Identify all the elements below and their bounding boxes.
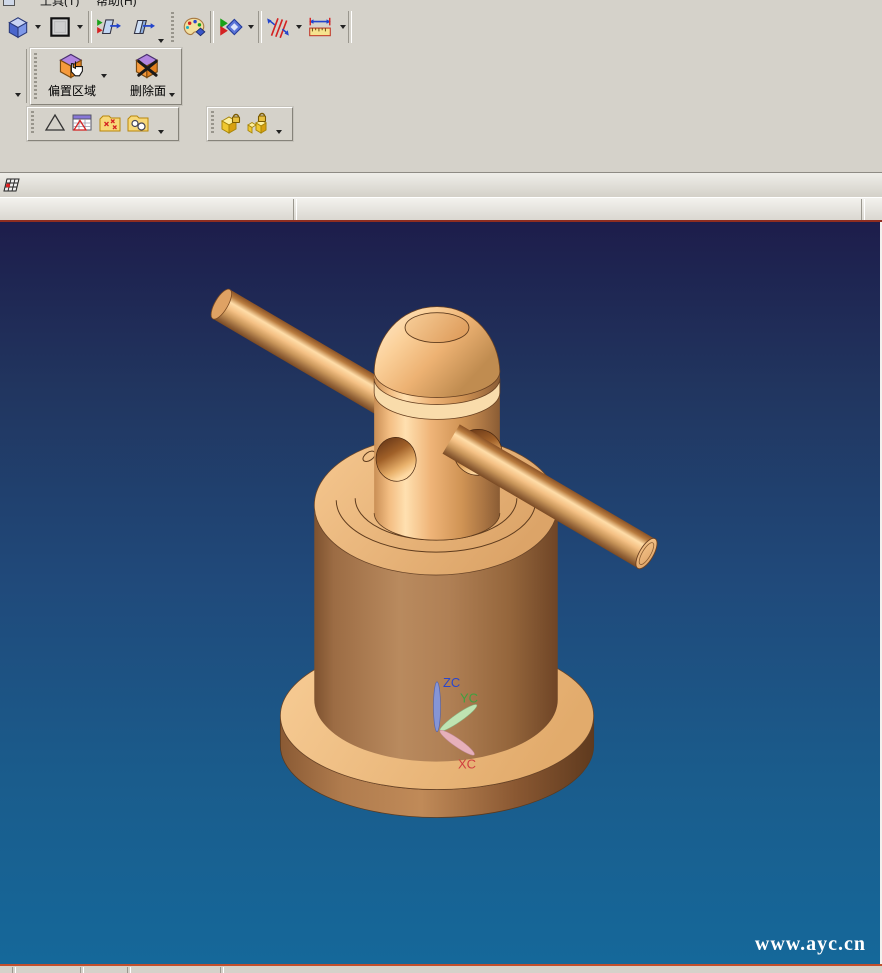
display-square-icon	[47, 14, 73, 40]
offset-region-dropdown[interactable]	[101, 74, 107, 78]
measure-icon	[307, 14, 333, 40]
triad-x-label: XC	[458, 757, 476, 772]
play-dropdown[interactable]	[248, 25, 254, 29]
point-set-button[interactable]	[96, 109, 124, 137]
head-cylinder[interactable]	[373, 307, 502, 540]
toolbar-separator	[348, 11, 352, 43]
triad-y-label: YC	[460, 691, 478, 706]
offset-region-label: 偏置区域	[48, 82, 96, 99]
toolbar-drag-handle[interactable]	[171, 12, 174, 42]
section-grid-icon[interactable]	[3, 177, 21, 195]
watermark: www.ayc.cn	[755, 933, 866, 956]
linked-body-button[interactable]	[216, 109, 244, 137]
offset-region-cube-icon	[57, 51, 87, 81]
constraints-dropdown[interactable]	[296, 25, 302, 29]
linked-body-alt-icon	[246, 111, 270, 135]
prompt-bar	[0, 197, 882, 221]
toolbar-utility	[0, 106, 882, 142]
toolbar-drag-handle[interactable]	[211, 111, 214, 135]
status-divider	[80, 967, 84, 973]
face-tools-dropdown[interactable]	[158, 39, 164, 43]
toolbar-view	[0, 7, 882, 48]
measure-dropdown[interactable]	[340, 25, 346, 29]
pull-face-icon	[129, 14, 155, 40]
utility-panel-2	[207, 107, 293, 141]
group-button[interactable]	[124, 109, 152, 137]
app-icon	[3, 0, 15, 6]
shaded-view-dropdown[interactable]	[35, 25, 41, 29]
toolbar-drag-handle[interactable]	[34, 53, 37, 99]
shaded-view-button[interactable]	[2, 11, 34, 43]
folder-circles-icon	[126, 111, 150, 135]
table-icon	[70, 111, 94, 135]
synchronous-panel: 偏置区域 删除面	[30, 48, 182, 105]
left-toolbar-overflow[interactable]	[15, 93, 21, 97]
palette-icon	[181, 14, 207, 40]
play-diamond-icon	[217, 14, 243, 40]
t-handle-jack-model[interactable]: ZC YC XC	[0, 222, 880, 964]
triad-z-label: ZC	[443, 675, 460, 690]
utility-panel-1	[27, 107, 179, 141]
graphics-viewport[interactable]: ZC YC XC www.ayc.cn	[0, 222, 880, 964]
move-face-icon	[95, 14, 121, 40]
shaded-cube-icon	[5, 14, 31, 40]
prompt-bar-divider	[293, 199, 297, 220]
datum-triangle-button[interactable]	[41, 109, 69, 137]
synchronous-overflow[interactable]	[169, 93, 175, 97]
handle-rod-left[interactable]	[207, 286, 394, 415]
constraints-button[interactable]	[262, 11, 294, 43]
offset-region-button[interactable]: 偏置区域	[41, 51, 103, 103]
folder-points-icon	[98, 111, 122, 135]
status-divider	[127, 967, 131, 973]
status-divider	[12, 967, 16, 973]
delete-face-label: 删除面	[130, 82, 166, 99]
triad-z-axis[interactable]	[434, 682, 441, 732]
constraints-icon	[265, 14, 291, 40]
utility-overflow-2[interactable]	[276, 130, 282, 134]
dock-strip	[0, 172, 882, 198]
play-visualization-button[interactable]	[214, 11, 246, 43]
toolbar-drag-handle[interactable]	[31, 111, 34, 135]
display-mode-dropdown[interactable]	[77, 25, 83, 29]
role-palette-button[interactable]	[178, 11, 210, 43]
linked-body-icon	[218, 111, 242, 135]
delete-face-cube-icon	[133, 51, 163, 81]
display-mode-button[interactable]	[44, 11, 76, 43]
move-face-button[interactable]	[92, 11, 124, 43]
part-family-button[interactable]	[68, 109, 96, 137]
triangle-icon	[43, 111, 67, 135]
prompt-bar-divider	[861, 199, 865, 220]
status-bar	[0, 966, 882, 973]
linked-body-alt-button[interactable]	[244, 109, 272, 137]
pull-face-button[interactable]	[126, 11, 158, 43]
toolbar-synchronous: 偏置区域 删除面	[0, 47, 882, 106]
measure-button[interactable]	[304, 11, 336, 43]
nx-window: 工具(T) 帮助(H)	[0, 0, 882, 973]
utility-overflow-1[interactable]	[158, 130, 164, 134]
status-divider	[220, 967, 224, 973]
